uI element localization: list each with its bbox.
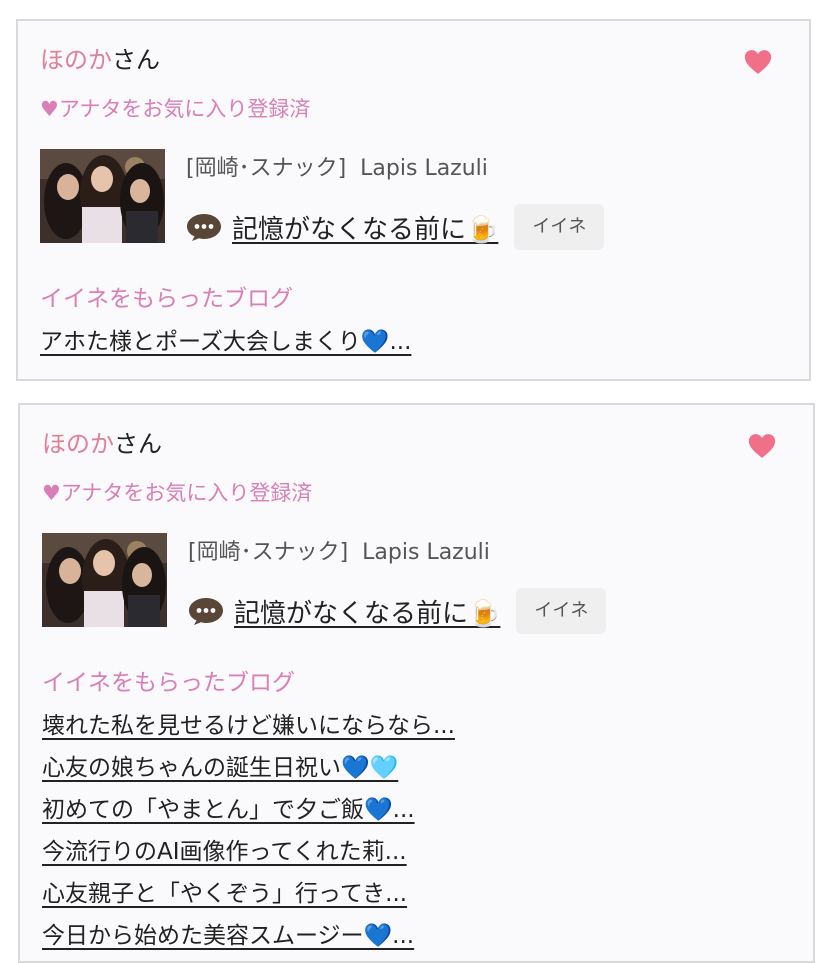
- blog-item[interactable]: 今日から始めた美容スムージー💙...: [42, 918, 455, 960]
- user-suffix: さん: [112, 46, 160, 74]
- like-button[interactable]: イイネ: [516, 588, 607, 634]
- blog-item[interactable]: 壊れた私を見せるけど嫌いにならなら...: [42, 708, 455, 750]
- favorite-status: ♥アナタをお気に入り登録済: [42, 481, 313, 505]
- blog-link[interactable]: 心友の娘ちゃんの誕生日祝い💙🩵: [42, 755, 398, 781]
- user-name[interactable]: ほのか: [40, 46, 112, 74]
- liked-blogs-title: イイネをもらったブログ: [40, 286, 293, 312]
- shop-photo-thumbnail[interactable]: [42, 533, 167, 627]
- user-line[interactable]: ほのかさん: [42, 429, 162, 459]
- liked-blog-list: 壊れた私を見せるけど嫌いにならなら... 心友の娘ちゃんの誕生日祝い💙🩵 初めて…: [42, 708, 455, 960]
- user-suffix: さん: [114, 430, 162, 458]
- blog-item[interactable]: 初めての「やまとん」で夕ご飯💙...: [42, 792, 455, 834]
- speech-bubble-icon: [187, 214, 221, 241]
- user-name[interactable]: ほのか: [42, 430, 114, 458]
- shop-category: [岡崎･スナック]: [188, 540, 349, 565]
- shop-category: [岡崎･スナック]: [186, 156, 347, 181]
- blog-link[interactable]: 今流行りのAI画像作ってくれた莉...: [42, 839, 407, 865]
- blog-item[interactable]: アホた様とポーズ大会しまくり💙...: [40, 324, 411, 366]
- comment-row: 記憶がなくなる前に🍺 イイネ: [188, 588, 607, 634]
- blog-link[interactable]: 今日から始めた美容スムージー💙...: [42, 923, 414, 949]
- heart-icon[interactable]: [747, 431, 777, 461]
- shop-info[interactable]: [岡崎･スナック] Lapis Lazuli: [186, 154, 488, 184]
- shop-photo-thumbnail[interactable]: [40, 149, 165, 243]
- liked-blog-list: アホた様とポーズ大会しまくり💙...: [40, 324, 411, 366]
- blog-link[interactable]: 壊れた私を見せるけど嫌いにならなら...: [42, 713, 455, 739]
- comment-link[interactable]: 記憶がなくなる前に🍺: [234, 593, 500, 630]
- message-card-2: ほのかさん ♥アナタをお気に入り登録済 [岡崎･スナック] Lapis Lazul…: [18, 403, 815, 963]
- shop-name[interactable]: Lapis Lazuli: [362, 540, 490, 565]
- comment-row: 記憶がなくなる前に🍺 イイネ: [186, 204, 605, 250]
- blog-item[interactable]: 今流行りのAI画像作ってくれた莉...: [42, 834, 455, 876]
- blog-link[interactable]: アホた様とポーズ大会しまくり💙...: [40, 329, 411, 355]
- blog-link[interactable]: 心友親子と「やくぞう」行ってき...: [42, 881, 407, 907]
- comment-link[interactable]: 記憶がなくなる前に🍺: [232, 209, 498, 246]
- shop-name[interactable]: Lapis Lazuli: [360, 156, 488, 181]
- user-line[interactable]: ほのかさん: [40, 45, 160, 75]
- shop-info[interactable]: [岡崎･スナック] Lapis Lazuli: [188, 538, 490, 568]
- blog-item[interactable]: 心友親子と「やくぞう」行ってき...: [42, 876, 455, 918]
- message-card-1: ほのかさん ♥アナタをお気に入り登録済 [岡崎･スナック] Lapis Lazul…: [16, 19, 811, 381]
- blog-link[interactable]: 初めての「やまとん」で夕ご飯💙...: [42, 797, 415, 823]
- liked-blogs-title: イイネをもらったブログ: [42, 670, 295, 696]
- heart-icon[interactable]: [743, 47, 773, 77]
- speech-bubble-icon: [189, 598, 223, 625]
- like-button[interactable]: イイネ: [514, 204, 605, 250]
- favorite-status: ♥アナタをお気に入り登録済: [40, 97, 311, 121]
- blog-item[interactable]: 心友の娘ちゃんの誕生日祝い💙🩵: [42, 750, 455, 792]
